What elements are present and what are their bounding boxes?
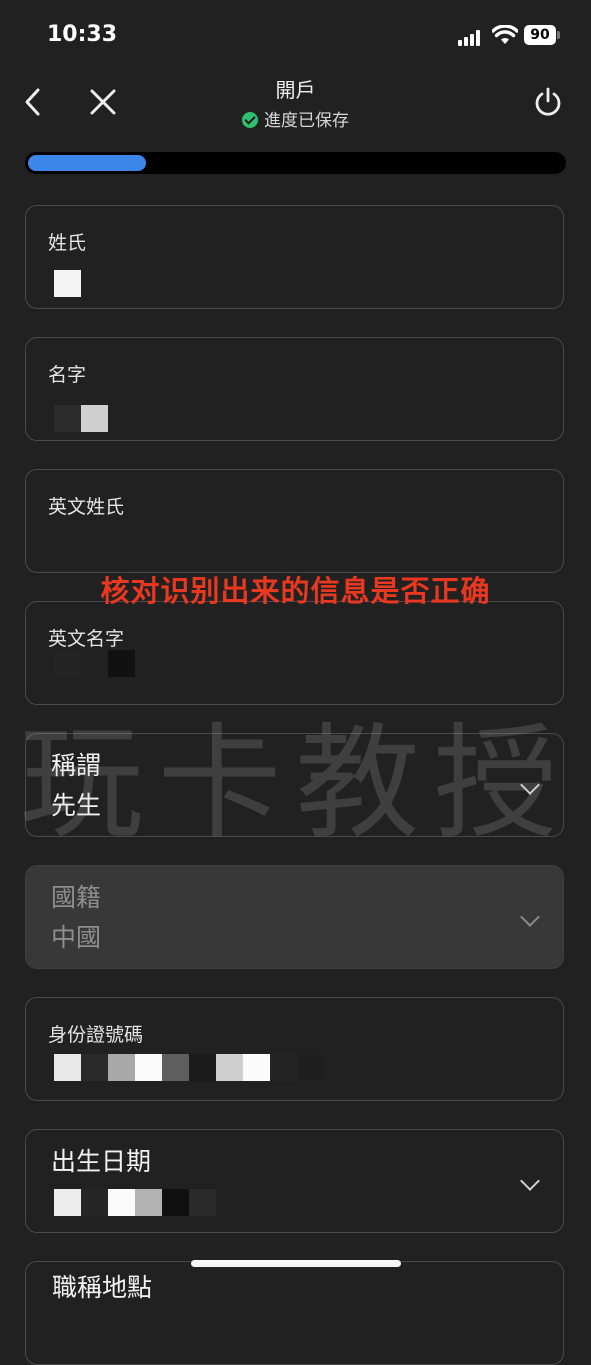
title-value: 先生	[51, 791, 102, 820]
title-label: 稱謂	[51, 751, 102, 780]
status-time: 10:33	[47, 22, 118, 47]
nationality-value: 中國	[51, 923, 102, 952]
id-number-field[interactable]: 身份證號碼	[25, 997, 564, 1101]
nationality-select: 國籍 中國	[25, 865, 564, 969]
battery-indicator: 90	[524, 25, 556, 45]
cellular-signal-icon	[458, 30, 486, 46]
power-icon	[535, 87, 561, 116]
save-status-text: 進度已保存	[264, 111, 349, 131]
given-name-field[interactable]: 名字	[25, 337, 564, 441]
english-given-name-redacted	[54, 650, 135, 677]
surname-field[interactable]: 姓氏	[25, 205, 564, 309]
english-given-name-field[interactable]: 英文名字	[25, 601, 564, 705]
english-surname-label: 英文姓氏	[48, 496, 125, 518]
annotation-text: 核对识别出来的信息是否正确	[100, 574, 491, 608]
home-indicator[interactable]	[191, 1260, 401, 1267]
check-circle-icon	[242, 112, 258, 128]
status-bar: 10:33 90	[0, 0, 591, 66]
english-surname-field[interactable]: 英文姓氏	[25, 469, 564, 573]
id-number-label: 身份證號碼	[48, 1024, 144, 1046]
close-button[interactable]	[83, 82, 123, 122]
english-given-name-label: 英文名字	[48, 628, 125, 650]
chevron-down-icon	[520, 907, 540, 927]
close-icon	[90, 89, 116, 115]
id-number-redacted	[54, 1054, 324, 1081]
progress-bar	[25, 152, 566, 174]
chevron-down-icon	[520, 1171, 540, 1191]
power-button[interactable]	[528, 82, 568, 122]
birth-date-redacted	[54, 1189, 216, 1216]
birth-date-label: 出生日期	[51, 1147, 152, 1176]
chevron-left-icon	[25, 88, 40, 116]
given-name-label: 名字	[48, 364, 87, 386]
birth-date-select[interactable]: 出生日期	[25, 1129, 564, 1233]
title-select[interactable]: 稱謂 先生	[25, 733, 564, 837]
nationality-label: 國籍	[51, 883, 102, 912]
given-name-redacted	[54, 405, 108, 432]
wifi-icon	[492, 25, 518, 44]
progress-fill	[28, 155, 146, 171]
surname-redacted	[54, 270, 81, 297]
next-field-label: 職稱地點	[52, 1273, 153, 1302]
battery-tip	[557, 31, 560, 39]
surname-label: 姓氏	[48, 232, 87, 254]
chevron-down-icon	[520, 775, 540, 795]
back-button[interactable]	[12, 82, 52, 122]
nav-bar: 開戶 進度已保存	[0, 66, 591, 136]
